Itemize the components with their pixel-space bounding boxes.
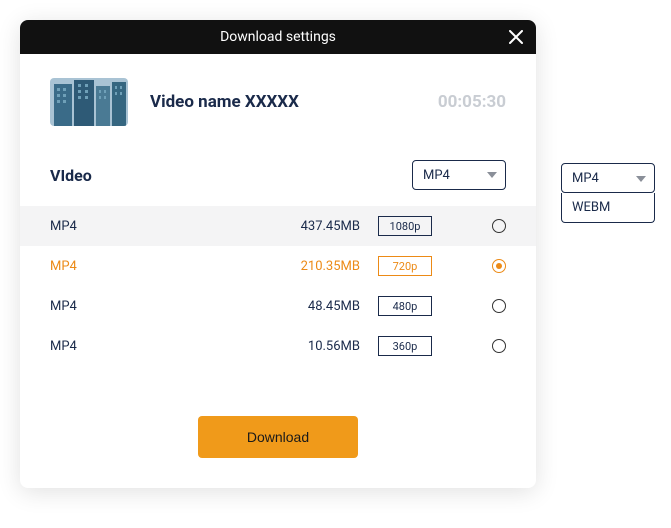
close-icon[interactable] [506, 27, 526, 47]
format-dropdown-open: MP4 WEBM [561, 163, 655, 223]
format-size: 10.56MB [260, 339, 360, 354]
format-resolution: 360p [378, 336, 432, 356]
format-select-value: MP4 [423, 168, 450, 183]
format-size: 437.45MB [260, 219, 360, 234]
format-dropdown-value: MP4 [572, 171, 599, 186]
format-dropdown-option[interactable]: WEBM [561, 193, 655, 223]
format-resolution: 480p [378, 296, 432, 316]
format-radio[interactable] [492, 259, 506, 273]
format-name: MP4 [50, 339, 260, 354]
format-row[interactable]: MP4 10.56MB 360p [20, 326, 536, 366]
format-option-label: WEBM [572, 200, 610, 215]
format-radio[interactable] [492, 299, 506, 313]
chevron-down-icon [487, 172, 497, 178]
modal-title: Download settings [20, 29, 536, 45]
format-radio[interactable] [492, 339, 506, 353]
format-radio[interactable] [492, 219, 506, 233]
format-row[interactable]: MP4 437.45MB 1080p [20, 206, 536, 246]
format-row[interactable]: MP4 210.35MB 720p [20, 246, 536, 286]
format-section: VIdeo MP4 [50, 160, 506, 190]
video-title: Video name XXXXX [150, 92, 438, 112]
format-select[interactable]: MP4 [412, 160, 506, 190]
section-label: VIdeo [50, 166, 92, 185]
format-resolution: 720p [378, 256, 432, 276]
download-settings-modal: Download settings [20, 20, 536, 488]
format-name: MP4 [50, 219, 260, 234]
format-size: 48.45MB [260, 299, 360, 314]
format-resolution: 1080p [378, 216, 432, 236]
format-size: 210.35MB [260, 259, 360, 274]
format-name: MP4 [50, 299, 260, 314]
download-wrap: Download [50, 416, 506, 458]
format-name: MP4 [50, 259, 260, 274]
format-row[interactable]: MP4 48.45MB 480p [20, 286, 536, 326]
format-dropdown-selected[interactable]: MP4 [561, 163, 655, 193]
modal-body: Video name XXXXX 00:05:30 VIdeo MP4 MP4 … [20, 54, 536, 488]
video-thumbnail [50, 78, 128, 126]
video-duration: 00:05:30 [438, 92, 506, 112]
chevron-down-icon [636, 171, 646, 186]
modal-header: Download settings [20, 20, 536, 54]
download-button[interactable]: Download [198, 416, 358, 458]
format-rows: MP4 437.45MB 1080p MP4 210.35MB 720p MP4… [20, 206, 536, 366]
video-info: Video name XXXXX 00:05:30 [50, 78, 506, 126]
